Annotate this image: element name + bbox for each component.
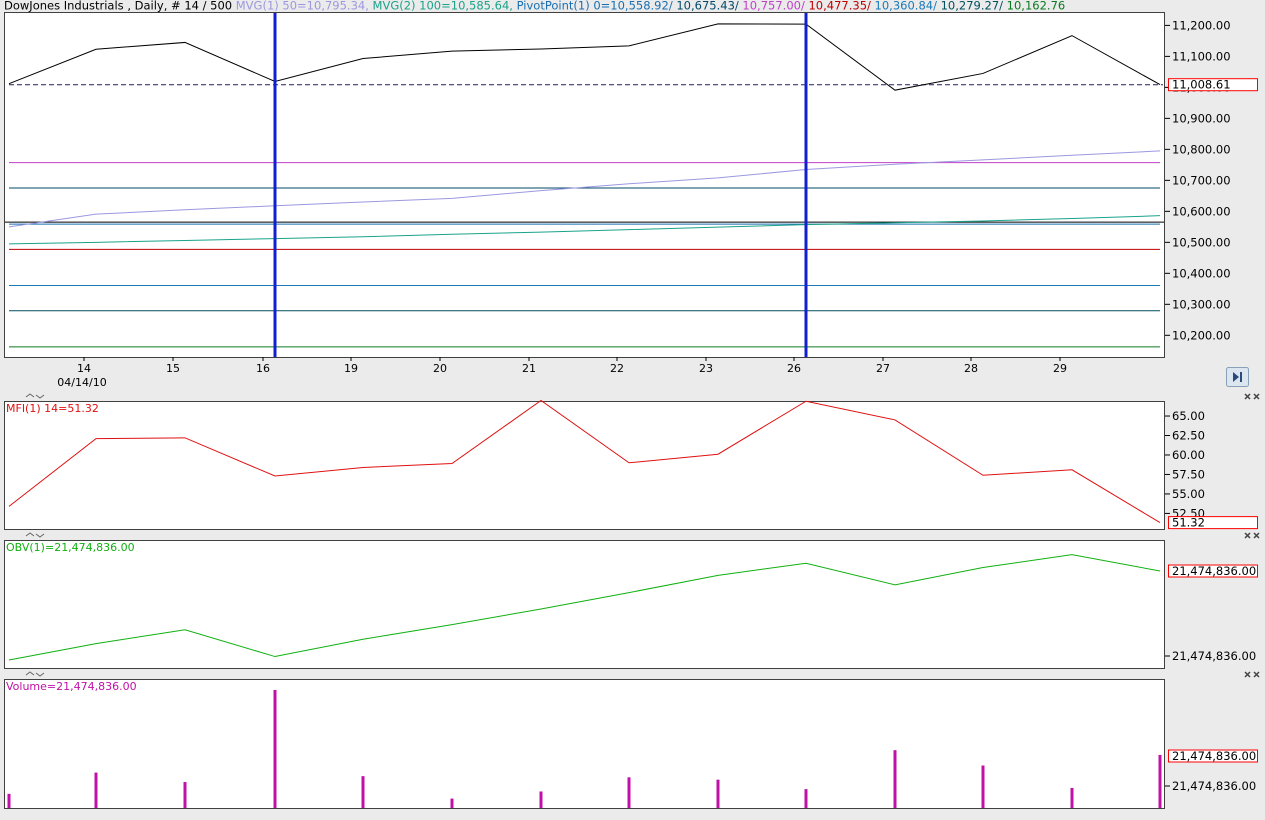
current-price-label: 11,008.61	[1172, 78, 1231, 92]
obv-value-label: 21,474,836.00	[1172, 564, 1256, 578]
x-tick-label: 16	[256, 362, 270, 375]
stock-chart: DowJones Industrials , Daily, # 14 / 500…	[0, 0, 1265, 816]
panel-separator[interactable]	[0, 670, 1265, 679]
panel-separator[interactable]	[0, 531, 1265, 540]
header-segment: 10,279.27/	[937, 0, 1003, 13]
mfi-panel[interactable]	[5, 402, 1165, 530]
x-tick-label: 19	[344, 362, 358, 375]
y-tick-label: 57.50	[1172, 467, 1205, 481]
scroll-to-end-button[interactable]	[1227, 368, 1249, 387]
obv-title: OBV(1)=21,474,836.00	[6, 541, 135, 554]
y-tick-label: 10,200.00	[1172, 328, 1231, 342]
obv-panel[interactable]	[5, 541, 1165, 669]
header-segment: 10,675.43/	[673, 0, 739, 13]
volume-bar	[1159, 755, 1162, 808]
volume-bar	[1071, 788, 1074, 808]
header-segment: 10,360.84/	[871, 0, 937, 13]
y-tick-label: 10,300.00	[1172, 297, 1231, 311]
x-tick-label: 27	[876, 362, 890, 375]
y-tick-label: 60.00	[1172, 448, 1205, 462]
volume-bar	[628, 777, 631, 808]
volume-bar	[95, 773, 98, 808]
y-tick-label: 10,400.00	[1172, 266, 1231, 280]
y-tick-label: 10,900.00	[1172, 111, 1231, 125]
volume-bar	[451, 799, 454, 808]
y-tick-label: 55.00	[1172, 487, 1205, 501]
y-tick-label: 11,100.00	[1172, 49, 1231, 63]
volume-bar	[717, 780, 720, 808]
y-tick-label: 62.50	[1172, 429, 1205, 443]
volume-title: Volume=21,474,836.00	[6, 680, 137, 693]
header-segment: 10,162.76	[1003, 0, 1065, 13]
volume-value-label: 21,474,836.00	[1172, 749, 1256, 763]
y-tick-label: 10,700.00	[1172, 173, 1231, 187]
volume-bar	[184, 782, 187, 808]
volume-bar	[274, 690, 277, 808]
y-tick-label: 11,200.00	[1172, 18, 1231, 32]
header-segment: PivotPoint(1) 0=10,558.92/	[513, 0, 673, 13]
header-segment: MVG(2) 100=10,585.64,	[369, 0, 513, 13]
x-tick-label: 23	[699, 362, 713, 375]
x-tick-label: 15	[166, 362, 180, 375]
header-segment: 10,477.35/	[805, 0, 871, 13]
x-tick-label: 21	[522, 362, 536, 375]
mfi-title: MFI(1) 14=51.32	[6, 402, 99, 415]
volume-bar	[894, 750, 897, 808]
x-tick-label: 20	[433, 362, 447, 375]
x-tick-label: 28	[964, 362, 978, 375]
volume-bar	[982, 766, 985, 808]
x-tick-label: 14	[77, 362, 91, 375]
y-tick-label: 10,500.00	[1172, 235, 1231, 249]
x-tick-label: 26	[787, 362, 801, 375]
x-axis-date-label: 04/14/10	[57, 376, 106, 389]
volume-bar	[362, 776, 365, 808]
chart-window: DowJones Industrials , Daily, # 14 / 500…	[0, 0, 1265, 816]
y-tick-label: 21,474,836.00	[1172, 779, 1256, 793]
mfi-value-label: 51.32	[1172, 516, 1205, 530]
y-tick-label: 10,800.00	[1172, 142, 1231, 156]
volume-bar	[8, 794, 11, 808]
volume-panel[interactable]	[5, 680, 1165, 809]
price-panel[interactable]	[5, 13, 1165, 358]
x-tick-label: 22	[610, 362, 624, 375]
header-segment: MVG(1) 50=10,795.34,	[232, 0, 369, 13]
y-tick-label: 10,600.00	[1172, 204, 1231, 218]
volume-bar	[805, 789, 808, 808]
header-segment: 10,757.00/	[739, 0, 805, 13]
y-tick-label: 65.00	[1172, 409, 1205, 423]
y-tick-label: 21,474,836.00	[1172, 649, 1256, 663]
volume-bar	[540, 791, 543, 808]
panel-separator[interactable]	[0, 392, 1265, 401]
x-tick-label: 29	[1053, 362, 1067, 375]
header-segment: DowJones Industrials , Daily, # 14 / 500	[4, 0, 232, 13]
chart-header: DowJones Industrials , Daily, # 14 / 500…	[4, 0, 1065, 13]
